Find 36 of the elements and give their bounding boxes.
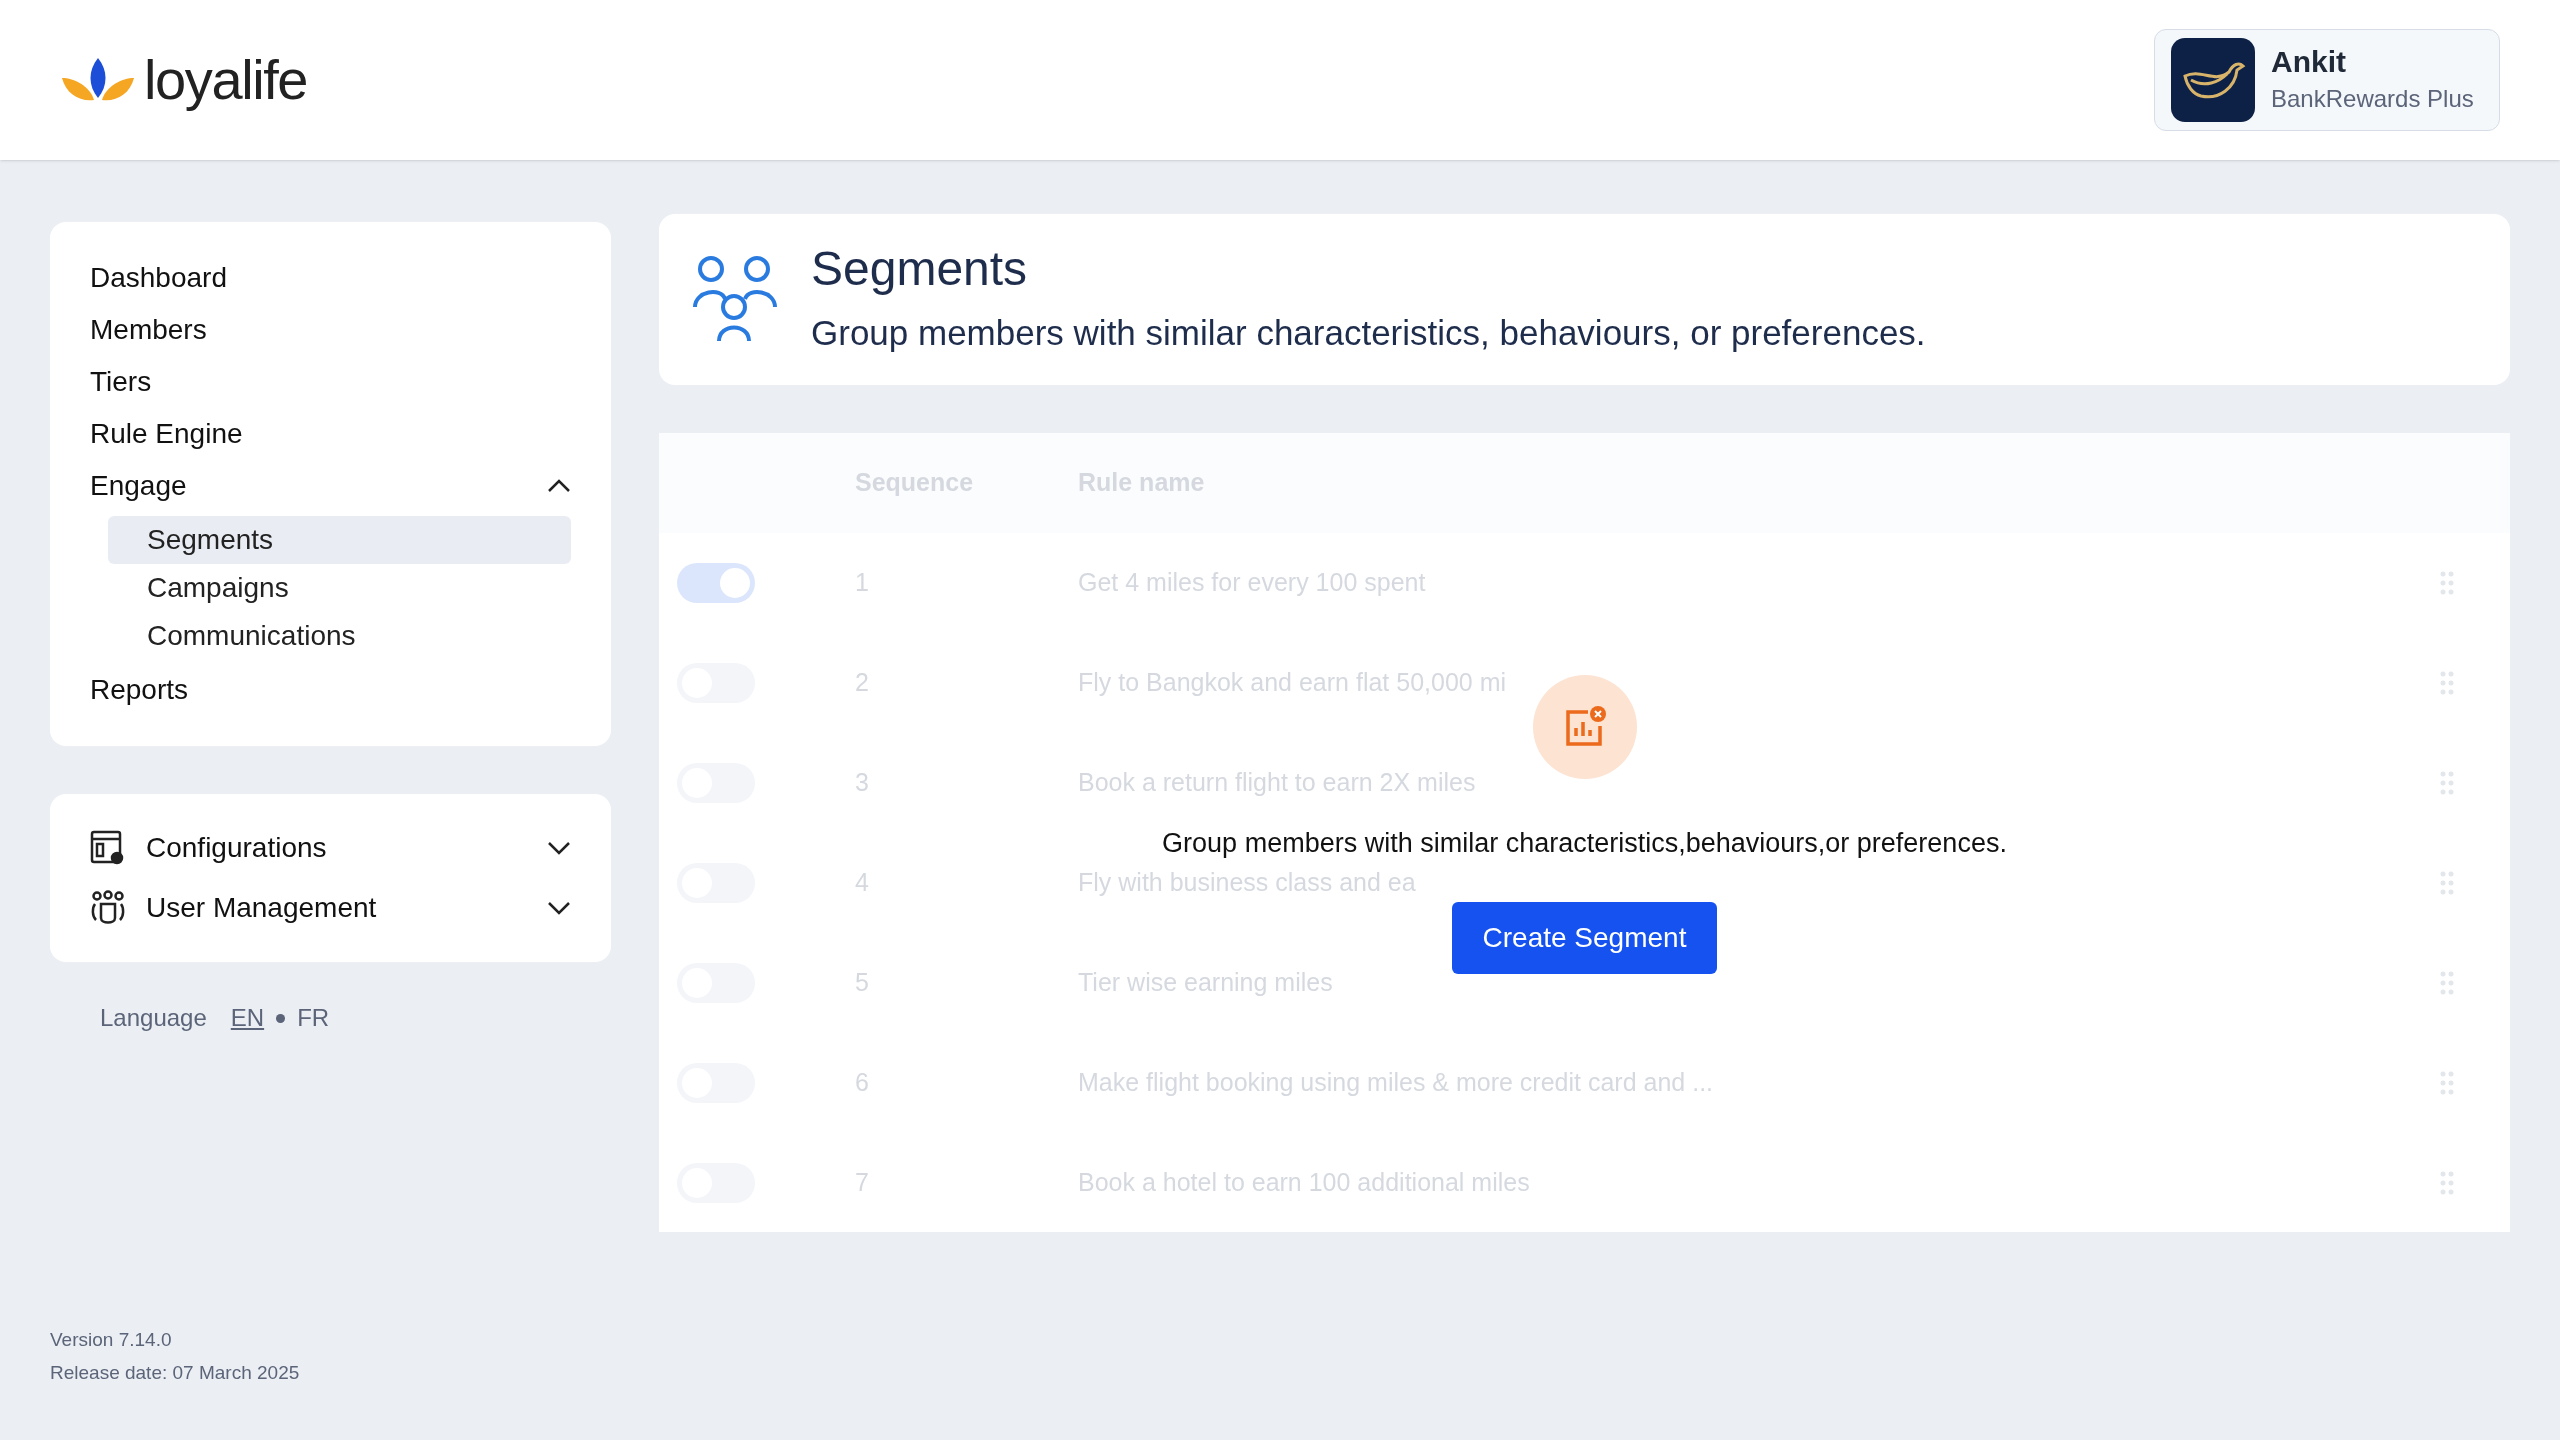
chevron-up-icon[interactable] [547,479,571,493]
language-option[interactable]: EN [230,1000,265,1036]
user-name: Ankit [2271,44,2347,81]
nav-item[interactable]: Members [90,309,207,351]
nav-item[interactable]: Reports [90,669,189,711]
create-segment-button[interactable]: Create Segment [1451,901,1718,974]
language-label: Language [100,1003,207,1033]
release-date-text: Release date: 07 March 2025 [50,1360,301,1385]
empty-state-message: Group members with similar characteristics,behaviours,or preferences. [1162,827,2007,860]
settings-item[interactable]: User Management [146,887,377,929]
drag-handle-icon[interactable] [2440,971,2454,995]
toggle-switch[interactable] [677,563,755,603]
nav-subitem[interactable]: Communications [108,612,571,660]
drag-handle-icon[interactable] [2440,771,2454,795]
page-title: Segments [811,241,1029,298]
nav-item[interactable]: Rule Engine [90,413,243,455]
page-subtitle: Group members with similar characteristics, behaviours, or preferences. [811,312,1926,355]
drag-handle-icon[interactable] [2440,1071,2454,1095]
chevron-down-icon[interactable] [547,841,571,855]
drag-handle-icon[interactable] [2440,571,2454,595]
drag-handle-icon[interactable] [2440,1171,2454,1195]
nav-item[interactable]: Dashboard [90,257,227,299]
nav-item[interactable]: Tiers [90,361,152,403]
drag-handle-icon[interactable] [2440,871,2454,895]
drag-handle-icon[interactable] [2440,671,2454,695]
nav-subitem[interactable]: Segments [108,516,571,564]
nav-item[interactable]: Engage [90,465,187,507]
chevron-down-icon[interactable] [547,901,571,915]
version-text: Version 7.14.0 [50,1328,173,1352]
language-option[interactable]: FR [297,1000,330,1036]
settings-item[interactable]: Configurations [146,827,327,869]
nav-subitem[interactable]: Campaigns [108,564,571,612]
users-icon [90,890,126,926]
program-name: BankRewards Plus [2271,83,2474,114]
profile-card[interactable]: Ankit BankRewards Plus [2154,29,2500,131]
settings-panel-icon [90,830,126,866]
